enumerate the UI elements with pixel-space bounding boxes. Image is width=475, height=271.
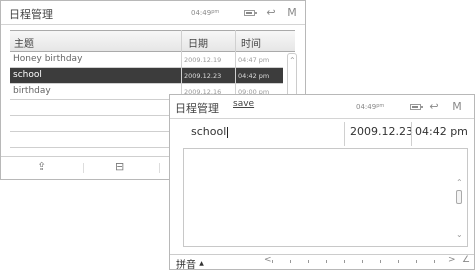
scroll-down-icon[interactable]: ⌄ xyxy=(456,231,463,239)
trash-icon[interactable]: ⊟ xyxy=(115,160,124,173)
subject-input[interactable]: school xyxy=(191,125,229,145)
new-entry-icon[interactable]: ⇪ xyxy=(37,160,46,173)
time-field[interactable]: 04:42 pm xyxy=(415,125,468,145)
back-icon[interactable]: ↩ xyxy=(426,99,442,113)
input-method-bar: 拼音 ▲ < > ∠ xyxy=(170,254,474,271)
scroll-thumb[interactable] xyxy=(456,190,462,204)
scroll-up-icon[interactable]: ⌃ xyxy=(289,57,296,65)
column-header-subject: 主题 xyxy=(14,39,34,50)
schedule-editor-window: 日程管理 save 04:49pm ↩ M school 2009.12.23 … xyxy=(169,94,475,271)
title-bar: 日程管理 04:49pm ↩ M xyxy=(1,1,305,25)
row-time: 04:47 pm xyxy=(238,56,270,64)
clock: 04:49pm xyxy=(191,9,220,17)
text-caret xyxy=(227,126,229,138)
menu-icon[interactable]: M xyxy=(450,99,464,113)
table-row[interactable]: Honey birthday 2009.12.19 04:47 pm xyxy=(10,52,283,68)
row-time: 04:42 pm xyxy=(238,72,270,80)
battery-icon xyxy=(408,103,423,111)
row-subject: school xyxy=(13,70,42,80)
row-subject: birthday xyxy=(13,86,51,96)
table-header: 主题 日期 时间 xyxy=(10,30,295,52)
window-title: 日程管理 xyxy=(9,8,53,21)
menu-icon[interactable]: M xyxy=(285,5,299,19)
toolbar-divider xyxy=(83,163,84,173)
row-date: 2009.12.19 xyxy=(184,56,222,64)
window-title: 日程管理 xyxy=(175,102,219,115)
title-divider xyxy=(170,118,474,119)
ime-toggle[interactable]: 拼音 ▲ xyxy=(176,256,204,271)
clock: 04:49pm xyxy=(356,103,385,111)
battery-icon xyxy=(242,9,257,17)
title-bar: 日程管理 save 04:49pm ↩ M xyxy=(170,95,474,119)
memo-scrollbar[interactable]: ⌃ ⌄ xyxy=(454,179,464,241)
ruler xyxy=(266,260,441,266)
date-field[interactable]: 2009.12.23 xyxy=(350,125,413,145)
column-header-date: 日期 xyxy=(188,39,208,50)
title-divider xyxy=(1,24,305,25)
save-link[interactable]: save xyxy=(233,99,254,109)
toolbar-divider xyxy=(159,163,160,173)
memo-textarea[interactable]: ⌃ ⌄ xyxy=(183,148,468,247)
pen-icon[interactable]: ∠ xyxy=(462,255,470,265)
row-subject: Honey birthday xyxy=(13,54,83,64)
column-header-time: 时间 xyxy=(241,39,261,50)
back-icon[interactable]: ↩ xyxy=(263,5,279,19)
ruler-right-icon[interactable]: > xyxy=(448,255,456,265)
field-divider xyxy=(344,122,345,146)
row-date: 2009.12.23 xyxy=(184,72,222,80)
table-row-selected[interactable]: school 2009.12.23 04:42 pm xyxy=(10,68,283,84)
scroll-up-icon[interactable]: ⌃ xyxy=(456,179,463,187)
field-divider xyxy=(411,122,412,146)
